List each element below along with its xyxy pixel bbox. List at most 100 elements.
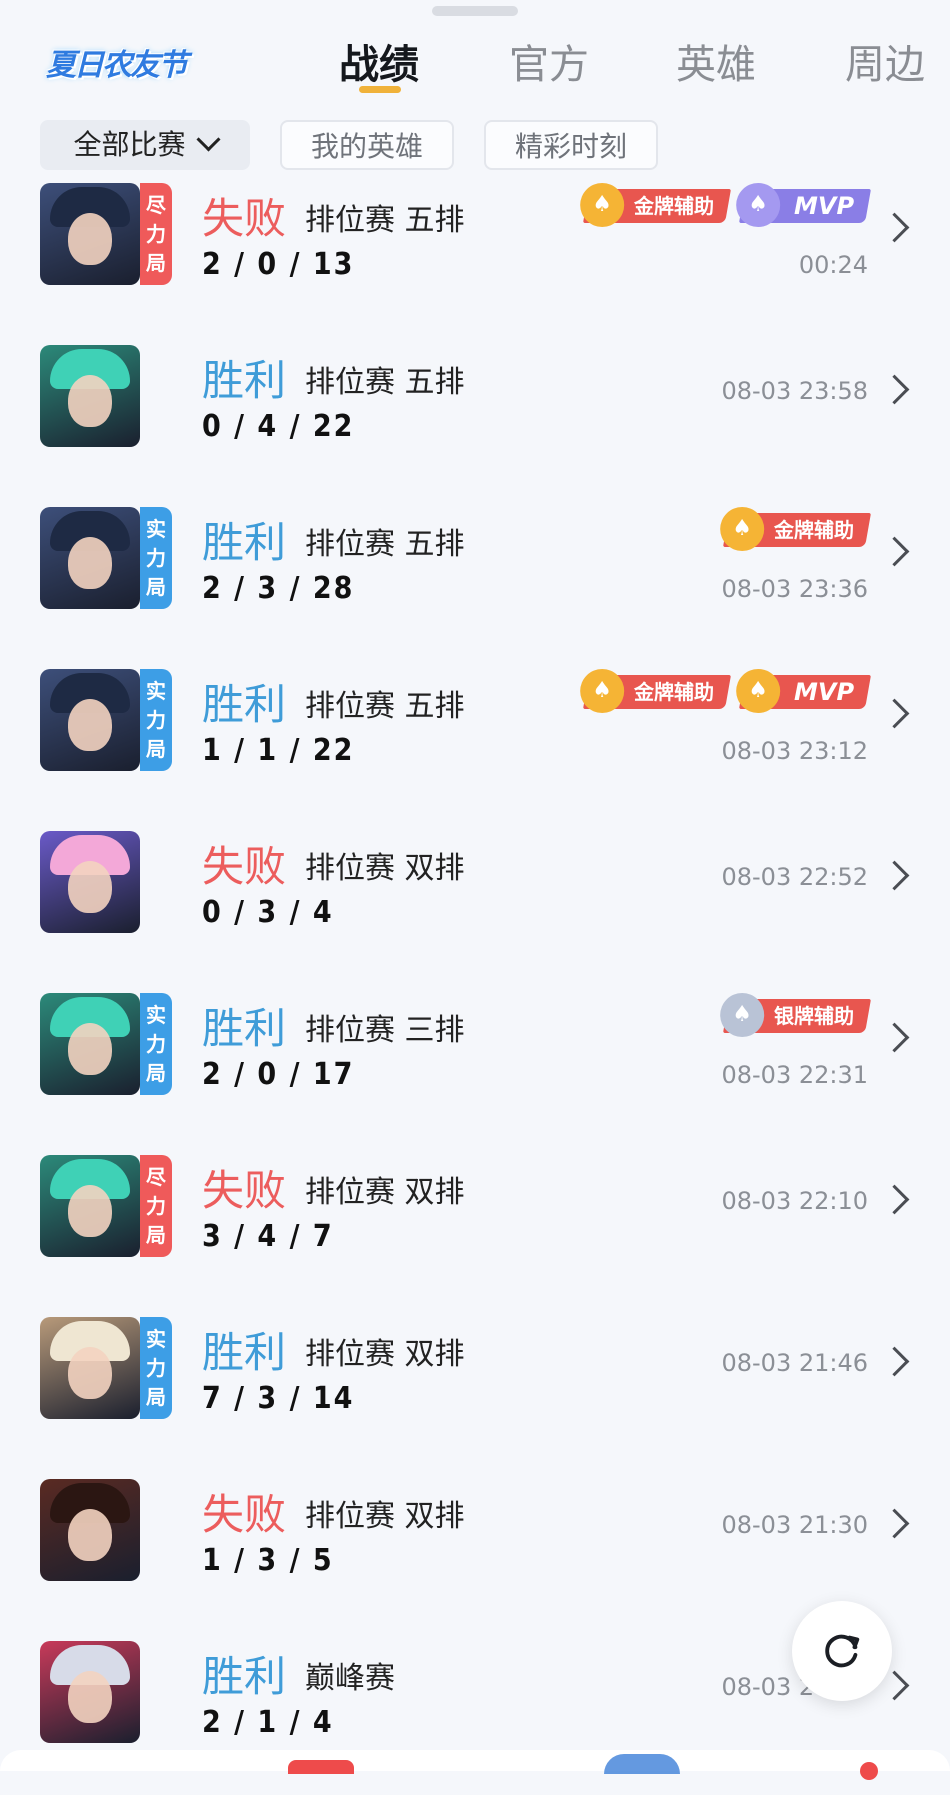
match-time: 08-03 23:12 — [721, 737, 868, 765]
kda-stats: 3 / 4 / 7 — [202, 1219, 334, 1254]
medal-icon: ♠ — [720, 507, 765, 551]
badge-char: 局 — [146, 736, 166, 761]
hero-avatar-wrap: 实力局 — [40, 507, 172, 609]
match-time: 08-03 23:58 — [721, 377, 868, 405]
match-quality-badge: 尽力局 — [140, 183, 172, 285]
notification-dot — [860, 1762, 878, 1780]
match-row[interactable]: 失败 排位赛 双排 0 / 3 / 4 08-03 22:52 — [0, 823, 950, 985]
match-result: 胜利 — [202, 1004, 287, 1053]
hero-avatar-wrap: 实力局 — [40, 669, 172, 771]
tab-merch[interactable]: 周边 — [845, 32, 925, 90]
hero-avatar-wrap — [40, 1479, 172, 1581]
support-medal-tag: ♠ 金牌辅助 — [720, 507, 871, 551]
tag-label: MVP — [793, 678, 854, 706]
kda-stats: 0 / 4 / 22 — [202, 409, 355, 444]
match-result: 胜利 — [202, 1652, 287, 1701]
match-mode: 排位赛 双排 — [305, 1175, 465, 1210]
hero-avatar — [40, 1317, 140, 1419]
kda-stats: 1 / 3 / 5 — [202, 1543, 334, 1578]
match-time: 08-03 21:30 — [721, 1511, 868, 1539]
nav-badge — [288, 1760, 354, 1774]
badge-char: 局 — [146, 1060, 166, 1085]
tag-label: 金牌辅助 — [774, 518, 854, 542]
tab-heroes[interactable]: 英雄 — [676, 32, 756, 90]
match-mode: 排位赛 五排 — [305, 365, 465, 400]
match-result: 胜利 — [202, 680, 287, 729]
badge-char: 尽 — [146, 1164, 166, 1189]
match-row[interactable]: 实力局胜利 排位赛 五排 1 / 1 / 22 ♠ 金牌辅助 ♠ MVP 08-03 23:1… — [0, 661, 950, 823]
hero-avatar-wrap: 实力局 — [40, 993, 172, 1095]
chevron-right-icon — [879, 1346, 910, 1377]
medal-icon: ♠ — [580, 669, 625, 713]
hero-face — [68, 861, 112, 913]
chevron-right-icon — [879, 212, 910, 243]
tag-label: 金牌辅助 — [633, 194, 714, 218]
chevron-down-icon — [195, 127, 221, 152]
badge-char: 实 — [146, 678, 166, 703]
mvp-tag: ♠ MVP — [736, 183, 871, 227]
match-quality-badge: 实力局 — [140, 669, 172, 771]
badge-char: 局 — [146, 1222, 166, 1247]
match-row[interactable]: 失败 排位赛 双排 1 / 3 / 5 08-03 21:30 — [0, 1471, 950, 1633]
nav-center-icon[interactable] — [604, 1754, 680, 1774]
match-mode: 巅峰赛 — [305, 1661, 395, 1696]
badge-char: 力 — [146, 1193, 166, 1218]
hero-avatar — [40, 993, 140, 1095]
match-mode: 排位赛 五排 — [305, 527, 465, 562]
match-mode: 排位赛 双排 — [305, 1337, 465, 1372]
top-header: 夏日农友节 战绩 官方 英雄 周边 — [0, 20, 950, 100]
hero-avatar — [40, 507, 140, 609]
sheet-grabber[interactable] — [432, 6, 518, 16]
match-mode: 排位赛 双排 — [305, 851, 465, 886]
hero-avatar — [40, 345, 140, 447]
badge-char: 实 — [146, 1326, 166, 1351]
match-row[interactable]: 实力局胜利 排位赛 双排 7 / 3 / 14 08-03 21:46 — [0, 1309, 950, 1471]
match-result: 胜利 — [202, 356, 287, 405]
event-logo[interactable]: 夏日农友节 — [46, 34, 188, 83]
match-quality-badge: 实力局 — [140, 507, 172, 609]
refresh-icon — [825, 1634, 860, 1668]
badge-char: 局 — [146, 574, 166, 599]
badge-char: 力 — [146, 221, 166, 246]
achievement-tags: ♠ 金牌辅助 ♠ MVP — [580, 183, 871, 227]
match-quality-badge: 尽力局 — [140, 1155, 172, 1257]
badge-char: 实 — [146, 1002, 166, 1027]
match-type-label: 全部比赛 — [73, 128, 186, 161]
tab-official[interactable]: 官方 — [509, 32, 589, 90]
hero-avatar — [40, 669, 140, 771]
match-mode: 排位赛 三排 — [305, 1013, 465, 1048]
bottom-nav-bar — [0, 1750, 950, 1780]
chevron-right-icon — [879, 1022, 910, 1053]
match-time: 08-03 22:52 — [721, 863, 868, 891]
match-quality-badge: 实力局 — [140, 993, 172, 1095]
match-row[interactable]: 尽力局失败 排位赛 五排 2 / 0 / 13 ♠ 金牌辅助 ♠ MVP 00:24 — [0, 175, 950, 337]
my-heroes-filter[interactable]: 我的英雄 — [280, 120, 454, 170]
tab-records[interactable]: 战绩 — [339, 32, 419, 90]
match-row[interactable]: 实力局胜利 排位赛 五排 2 / 3 / 28 ♠ 金牌辅助 08-03 23:36 — [0, 499, 950, 661]
hero-face — [68, 1509, 112, 1561]
hero-face — [68, 1671, 112, 1723]
match-row[interactable]: 尽力局失败 排位赛 双排 3 / 4 / 7 08-03 22:10 — [0, 1147, 950, 1309]
match-result: 失败 — [202, 194, 287, 243]
tag-label: MVP — [793, 192, 854, 220]
chevron-right-icon — [879, 698, 910, 729]
badge-char: 力 — [146, 1031, 166, 1056]
refresh-button[interactable] — [792, 1601, 892, 1701]
chevron-right-icon — [879, 860, 910, 891]
chevron-right-icon — [879, 1184, 910, 1215]
match-result: 失败 — [202, 842, 287, 891]
badge-char: 力 — [146, 1355, 166, 1380]
match-time: 00:24 — [798, 251, 868, 279]
hero-avatar-wrap — [40, 345, 172, 447]
hero-avatar-wrap — [40, 1641, 172, 1743]
hero-face — [68, 1347, 112, 1399]
match-result: 失败 — [202, 1166, 287, 1215]
match-mode: 排位赛 五排 — [305, 689, 465, 724]
highlights-filter[interactable]: 精彩时刻 — [484, 120, 658, 170]
match-type-dropdown[interactable]: 全部比赛 — [40, 120, 250, 170]
match-row[interactable]: 胜利 排位赛 五排 0 / 4 / 22 08-03 23:58 — [0, 337, 950, 499]
match-time: 08-03 22:31 — [721, 1061, 868, 1089]
match-row[interactable]: 实力局胜利 排位赛 三排 2 / 0 / 17 ♠ 银牌辅助 08-03 22:31 — [0, 985, 950, 1147]
achievement-tags: ♠ 金牌辅助 — [720, 507, 871, 551]
hero-avatar-wrap: 实力局 — [40, 1317, 172, 1419]
